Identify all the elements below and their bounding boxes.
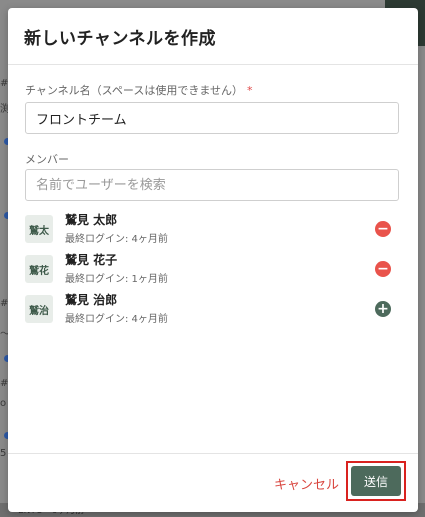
avatar: 鷲花 xyxy=(25,255,53,283)
remove-member-button[interactable]: − xyxy=(375,221,391,237)
member-last-login: 最終ログイン: 4ヶ月前 xyxy=(65,314,168,325)
plus-icon: + xyxy=(377,301,389,317)
member-row: 鷲太 鷲見 太郎 最終ログイン: 4ヶ月前 − xyxy=(25,211,399,247)
create-channel-dialog: 新しいチャンネルを作成 チャンネル名（スペースは使用できません）* メンバー 鷲… xyxy=(8,8,418,512)
minus-icon: − xyxy=(377,261,389,277)
member-name: 鷲見 太郎 xyxy=(65,213,118,227)
required-mark: * xyxy=(247,84,253,97)
channel-name-input[interactable] xyxy=(25,102,399,134)
dialog-header: 新しいチャンネルを作成 xyxy=(8,8,418,65)
member-last-login: 最終ログイン: 1ヶ月前 xyxy=(65,274,168,285)
background-text-fragment: o xyxy=(0,398,7,409)
submit-button[interactable]: 送信 xyxy=(351,466,401,496)
dialog-footer: キャンセル 送信 xyxy=(8,453,418,512)
submit-highlight-frame: 送信 xyxy=(346,461,406,501)
cancel-button[interactable]: キャンセル xyxy=(270,468,343,498)
remove-member-button[interactable]: − xyxy=(375,261,391,277)
member-row: 鷲治 鷲見 治郎 最終ログイン: 4ヶ月前 + xyxy=(25,291,399,327)
members-label: メンバー xyxy=(25,153,69,166)
member-row: 鷲花 鷲見 花子 最終ログイン: 1ヶ月前 − xyxy=(25,251,399,287)
member-name: 鷲見 治郎 xyxy=(65,293,118,307)
add-member-button[interactable]: + xyxy=(375,301,391,317)
minus-icon: − xyxy=(377,221,389,237)
background-text-fragment: 5 xyxy=(0,448,7,459)
channel-name-label: チャンネル名（スペースは使用できません） * xyxy=(25,82,253,98)
avatar: 鷲治 xyxy=(25,295,53,323)
member-name: 鷲見 花子 xyxy=(65,253,118,267)
member-last-login: 最終ログイン: 4ヶ月前 xyxy=(65,234,168,245)
channel-name-label-text: チャンネル名（スペースは使用できません） xyxy=(25,84,244,97)
dialog-title: 新しいチャンネルを作成 xyxy=(24,28,216,49)
member-search-input[interactable] xyxy=(25,169,399,201)
avatar: 鷲太 xyxy=(25,215,53,243)
